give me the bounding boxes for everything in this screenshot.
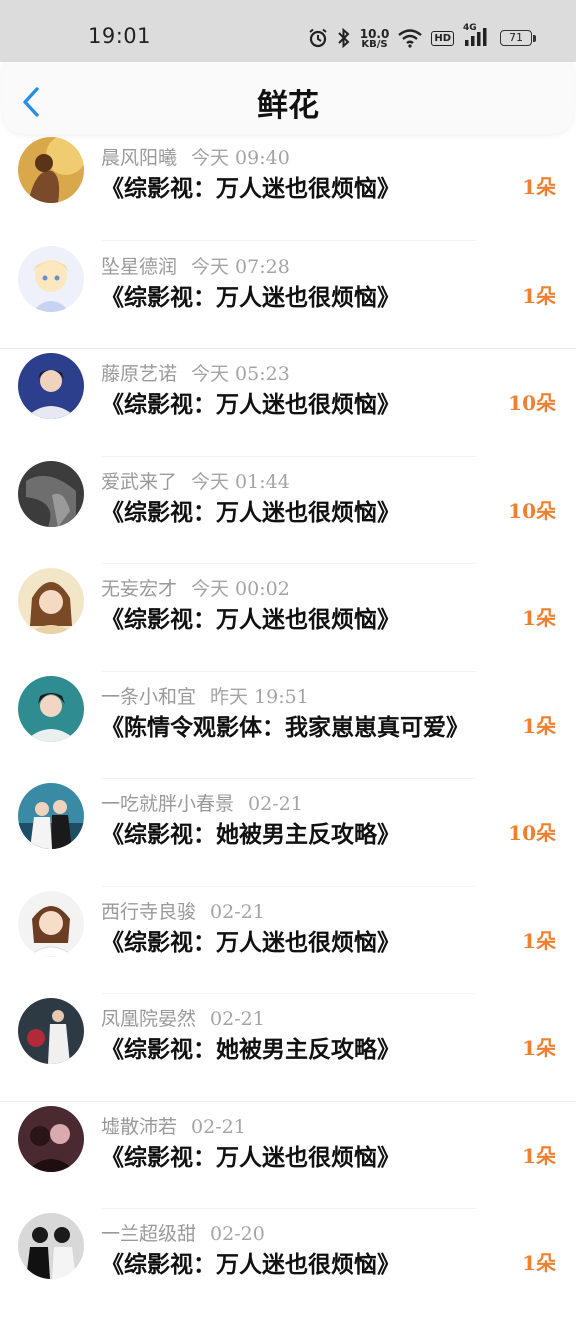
item-time: 02-21: [210, 900, 265, 923]
status-icons: 10.0 KB/S HD 4G 71: [308, 23, 536, 52]
user-name[interactable]: 藤原艺诺: [101, 363, 177, 385]
book-title[interactable]: 《综影视：万人迷也很烦恼》: [101, 1245, 400, 1279]
book-title[interactable]: 《综影视：万人迷也很烦恼》: [101, 923, 400, 957]
item-meta: 藤原艺诺 今天 05:23: [101, 359, 290, 386]
list-item[interactable]: 坠星德润 今天 07:28 《综影视：万人迷也很烦恼》 1朵: [0, 242, 576, 349]
user-name[interactable]: 坠星德润: [101, 256, 177, 278]
user-name[interactable]: 无妄宏才: [101, 578, 177, 600]
list-item[interactable]: 无妄宏才 今天 00:02 《综影视：万人迷也很烦恼》 1朵: [0, 564, 576, 672]
item-meta: 一吃就胖小春景 02-21: [101, 789, 303, 816]
item-time: 今天 07:28: [191, 255, 290, 278]
user-name[interactable]: 爱武来了: [101, 471, 177, 493]
flower-count: 1朵: [522, 1143, 556, 1168]
hd-badge: HD: [431, 30, 454, 46]
divider: [101, 239, 476, 241]
item-time: 昨天 19:51: [210, 685, 309, 708]
book-title[interactable]: 《综影视：万人迷也很烦恼》: [101, 385, 400, 419]
list-item[interactable]: 藤原艺诺 今天 05:23 《综影视：万人迷也很烦恼》 10朵: [0, 349, 576, 457]
user-name[interactable]: 西行寺良骏: [101, 901, 196, 923]
page-title: 鲜花: [257, 88, 319, 124]
user-name[interactable]: 一吃就胖小春景: [101, 793, 234, 815]
item-time: 今天 00:02: [191, 578, 290, 600]
flower-count: 10朵: [508, 498, 556, 523]
item-meta: 一条小和宜 昨天 19:51: [101, 682, 309, 709]
avatar[interactable]: [18, 245, 84, 312]
item-time: 今天 01:44: [191, 470, 290, 493]
user-name[interactable]: 墟散沛若: [101, 1116, 177, 1138]
list-item[interactable]: 一条小和宜 昨天 19:51 《陈情令观影体：我家崽崽真可爱》 1朵: [0, 672, 576, 779]
avatar[interactable]: [18, 675, 84, 742]
alarm-icon: [309, 28, 327, 48]
avatar[interactable]: [18, 1105, 84, 1172]
flower-list: 晨风阳曦 今天 09:40 《综影视：万人迷也很烦恼》 1朵 坠星德润 今天 07:…: [0, 134, 576, 1317]
user-name[interactable]: 一兰超级甜: [101, 1223, 196, 1245]
item-time: 02-21: [191, 1115, 246, 1138]
avatar[interactable]: [18, 137, 84, 203]
list-item[interactable]: 一兰超级甜 02-20 《综影视：万人迷也很烦恼》 1朵: [0, 1209, 576, 1317]
flower-count: 1朵: [522, 606, 556, 630]
bluetooth-icon: [338, 28, 350, 48]
net-speed: 10.0 KB/S: [359, 26, 390, 50]
avatar[interactable]: [18, 890, 84, 957]
item-meta: 西行寺良骏 02-21: [101, 897, 265, 924]
item-meta: 晨风阳曦 今天 09:40: [101, 143, 290, 170]
book-title[interactable]: 《综影视：万人迷也很烦恼》: [101, 493, 400, 527]
book-title[interactable]: 《陈情令观影体：我家崽崽真可爱》: [101, 708, 469, 742]
flower-count: 10朵: [508, 821, 556, 845]
item-meta: 凤凰院晏然 02-21: [101, 1004, 265, 1031]
avatar[interactable]: [18, 998, 84, 1064]
flower-count: 1朵: [522, 1036, 556, 1060]
item-time: 02-21: [248, 793, 303, 815]
list-item[interactable]: 一吃就胖小春景 02-21 《综影视：她被男主反攻略》 10朵: [0, 779, 576, 887]
avatar[interactable]: [18, 568, 84, 634]
item-time: 今天 09:40: [191, 147, 290, 169]
item-meta: 墟散沛若 02-21: [101, 1112, 246, 1139]
list-item[interactable]: 爱武来了 今天 01:44 《综影视：万人迷也很烦恼》 10朵: [0, 457, 576, 564]
item-meta: 一兰超级甜 02-20: [101, 1219, 265, 1246]
wifi-icon: [398, 29, 423, 48]
flower-count: 1朵: [522, 1251, 556, 1275]
signal-icon: 4G: [463, 23, 491, 50]
flower-count: 1朵: [522, 713, 556, 738]
item-time: 今天 05:23: [191, 363, 290, 385]
list-item[interactable]: 西行寺良骏 02-21 《综影视：万人迷也很烦恼》 1朵: [0, 887, 576, 994]
item-meta: 无妄宏才 今天 00:02: [101, 574, 290, 601]
battery-icon: 71: [500, 30, 536, 46]
avatar[interactable]: [18, 1213, 84, 1279]
flower-count: 1朵: [522, 175, 556, 199]
flower-count: 1朵: [522, 283, 556, 308]
book-title[interactable]: 《综影视：万人迷也很烦恼》: [101, 278, 400, 312]
nav-header: 鲜花: [2, 62, 574, 134]
list-item[interactable]: 晨风阳曦 今天 09:40 《综影视：万人迷也很烦恼》 1朵: [0, 133, 576, 241]
user-name[interactable]: 一条小和宜: [101, 686, 196, 708]
flower-count: 10朵: [508, 391, 556, 415]
item-time: 02-20: [210, 1223, 265, 1245]
book-title[interactable]: 《综影视：万人迷也很烦恼》: [101, 600, 400, 634]
list-item[interactable]: 墟散沛若 02-21 《综影视：万人迷也很烦恼》 1朵: [0, 1102, 576, 1209]
item-meta: 坠星德润 今天 07:28: [101, 252, 290, 279]
user-name[interactable]: 晨风阳曦: [101, 147, 177, 169]
list-item[interactable]: 凤凰院晏然 02-21 《综影视：她被男主反攻略》 1朵: [0, 994, 576, 1102]
book-title[interactable]: 《综影视：万人迷也很烦恼》: [101, 169, 400, 203]
avatar[interactable]: [18, 460, 84, 527]
status-time: 19:01: [88, 24, 152, 48]
status-bar: 19:01 10.0 KB/S HD 4G 71: [0, 0, 576, 62]
book-title[interactable]: 《综影视：她被男主反攻略》: [101, 1030, 400, 1064]
avatar[interactable]: [18, 783, 84, 849]
book-title[interactable]: 《综影视：她被男主反攻略》: [101, 815, 400, 849]
item-meta: 爱武来了 今天 01:44: [101, 467, 290, 494]
flower-count: 1朵: [522, 928, 556, 953]
book-title[interactable]: 《综影视：万人迷也很烦恼》: [101, 1138, 400, 1172]
item-time: 02-21: [210, 1008, 265, 1030]
user-name[interactable]: 凤凰院晏然: [101, 1008, 196, 1030]
avatar[interactable]: [18, 353, 84, 419]
